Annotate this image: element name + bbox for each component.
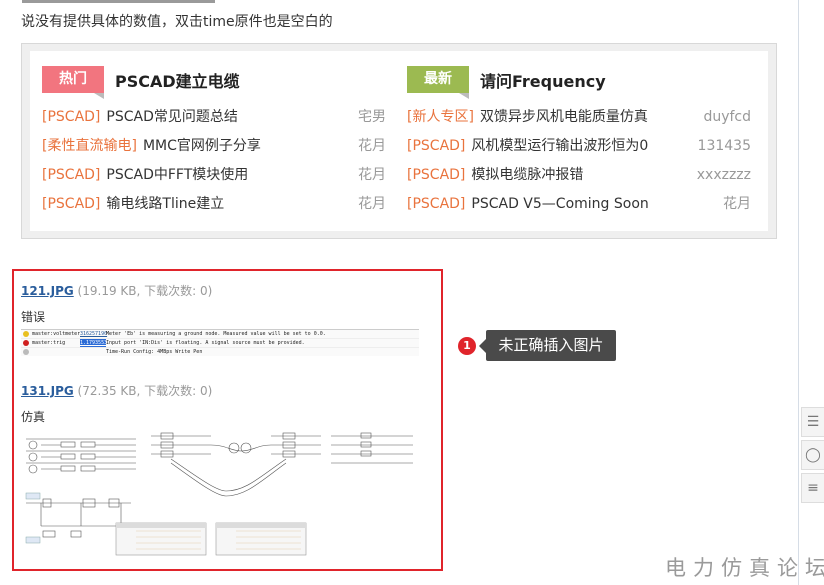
warning-icon — [23, 331, 29, 337]
post-intro-text: 说没有提供具体的数值，双击time原件也是空白的 — [21, 14, 333, 30]
thread-title[interactable]: PSCAD V5—Coming Soon — [471, 196, 648, 212]
content-right-border — [798, 0, 799, 585]
thread-title[interactable]: 输电线路Tline建立 — [106, 196, 224, 212]
thread-title[interactable]: 双馈异步风机电能质量仿真 — [480, 109, 648, 125]
thread-row[interactable]: [新人专区] 双馈异步风机电能质量仿真 duyfcd — [407, 103, 755, 132]
annotation-tooltip: 未正确插入图片 — [479, 330, 616, 361]
thread-row[interactable]: [PSCAD] PSCAD常见问题总结 宅男 — [42, 103, 390, 132]
attachment-description: 仿真 — [21, 410, 46, 424]
comment-icon[interactable]: ☰ — [801, 407, 824, 437]
new-threads-column: 最新 请问Frequency [新人专区] 双馈异步风机电能质量仿真 duyfcd … — [407, 66, 755, 219]
thread-title[interactable]: PSCAD中FFT模块使用 — [106, 167, 248, 183]
thread-row[interactable]: [PSCAD] PSCAD中FFT模块使用 花月 — [42, 161, 390, 190]
top-divider-bar — [22, 0, 215, 3]
attachment-meta: (72.35 KB, 下载次数: 0) — [77, 384, 213, 398]
thread-author[interactable]: 花月 — [358, 161, 386, 190]
side-toolbar: ☰ ◯ ≡ — [801, 407, 824, 503]
attachment-link[interactable]: 131.JPG — [21, 384, 74, 398]
thread-author[interactable]: 花月 — [723, 190, 751, 219]
attachment-link[interactable]: 121.JPG — [21, 284, 74, 298]
thread-title[interactable]: PSCAD常见问题总结 — [106, 109, 237, 125]
log-row: master:voltmeter316257190Meter 'Eb' is m… — [21, 330, 419, 339]
thread-title[interactable]: MMC官网例子分享 — [143, 138, 261, 154]
attachment-description: 错误 — [21, 310, 46, 324]
thread-category[interactable]: [PSCAD] — [407, 167, 465, 183]
info-icon — [23, 349, 29, 355]
thread-author[interactable]: duyfcd — [703, 103, 751, 132]
attachments-highlight-box: 121.JPG (19.19 KB, 下载次数: 0) 错误 master:vo… — [12, 269, 443, 571]
thread-author[interactable]: 宅男 — [358, 103, 386, 132]
thread-title[interactable]: 模拟电缆脉冲报错 — [471, 167, 583, 183]
thread-category[interactable]: [柔性直流输电] — [42, 138, 137, 154]
attachment-info: 121.JPG (19.19 KB, 下载次数: 0) — [21, 282, 212, 299]
error-log-screenshot[interactable]: master:voltmeter316257190Meter 'Eb' is m… — [21, 329, 419, 356]
simulation-circuit-screenshot[interactable] — [21, 431, 421, 557]
thread-author[interactable]: 花月 — [358, 132, 386, 161]
thread-author[interactable]: 花月 — [358, 190, 386, 219]
thread-row[interactable]: [PSCAD] 输电线路Tline建立 花月 — [42, 190, 390, 219]
thread-category[interactable]: [PSCAD] — [407, 138, 465, 154]
thread-category[interactable]: [PSCAD] — [42, 167, 100, 183]
error-icon — [23, 340, 29, 346]
log-row: master:trig 1.17935533Input port 'IN:Dis'… — [21, 339, 419, 348]
thread-category[interactable]: [PSCAD] — [42, 109, 100, 125]
attachment-meta: (19.19 KB, 下载次数: 0) — [77, 284, 213, 298]
thread-title[interactable]: 风机模型运行输出波形恒为0 — [471, 138, 648, 154]
thread-row[interactable]: [柔性直流输电] MMC官网例子分享 花月 — [42, 132, 390, 161]
list-icon[interactable]: ≡ — [801, 473, 824, 503]
attachment-info: 131.JPG (72.35 KB, 下载次数: 0) — [21, 382, 212, 399]
thread-author[interactable]: xxxzzzz — [697, 161, 751, 190]
hot-threads-column: 热门 PSCAD建立电缆 [PSCAD] PSCAD常见问题总结 宅男 [柔性直流输… — [42, 66, 390, 219]
thread-author[interactable]: 131435 — [698, 132, 751, 161]
thread-row[interactable]: [PSCAD] 风机模型运行输出波形恒为0 131435 — [407, 132, 755, 161]
new-featured-title[interactable]: 请问Frequency — [480, 68, 606, 92]
thread-row[interactable]: [PSCAD] 模拟电缆脉冲报错 xxxzzzz — [407, 161, 755, 190]
related-threads-panel: 热门 PSCAD建立电缆 [PSCAD] PSCAD常见问题总结 宅男 [柔性直流输… — [21, 43, 777, 239]
thread-category[interactable]: [新人专区] — [407, 109, 474, 125]
hot-featured-title[interactable]: PSCAD建立电缆 — [115, 68, 240, 92]
annotation-badge: 1 — [458, 337, 476, 355]
forum-watermark: 电力仿真论坛 — [665, 556, 824, 580]
hot-tag: 热门 — [42, 66, 104, 99]
thread-row[interactable]: [PSCAD] PSCAD V5—Coming Soon 花月 — [407, 190, 755, 219]
thread-category[interactable]: [PSCAD] — [42, 196, 100, 212]
thread-category[interactable]: [PSCAD] — [407, 196, 465, 212]
share-icon[interactable]: ◯ — [801, 440, 824, 470]
log-row: Time-Run Config: 4MBps Write Pen — [21, 348, 419, 356]
new-tag: 最新 — [407, 66, 469, 99]
